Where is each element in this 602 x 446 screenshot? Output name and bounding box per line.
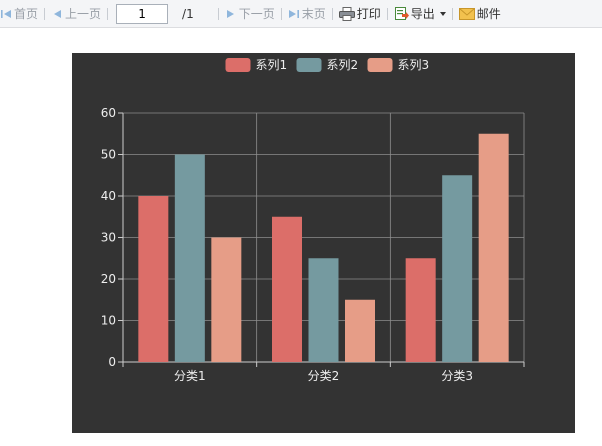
bar-系列1-分类1 <box>138 196 169 362</box>
y-tick-label: 0 <box>108 355 116 369</box>
first-page-button[interactable]: 首页 <box>0 3 38 25</box>
separator <box>451 7 453 20</box>
y-tick-label: 10 <box>101 314 116 328</box>
separator <box>331 7 333 20</box>
last-page-label: 末页 <box>301 7 326 21</box>
export-icon <box>394 6 409 21</box>
first-page-icon <box>0 8 12 20</box>
bar-系列1-分类3 <box>405 258 436 362</box>
bar-系列2-分类2 <box>308 258 339 362</box>
bar-系列3-分类2 <box>345 299 375 362</box>
separator <box>386 7 388 20</box>
chart-panel: 0 10 20 30 40 50 60 分类1 分类2 分类3 系列1 系列2 系列3 <box>72 53 575 433</box>
next-page-button[interactable]: 下一页 <box>225 3 275 25</box>
y-tick-label: 50 <box>101 148 116 162</box>
separator <box>280 7 282 20</box>
bar-系列2-分类1 <box>174 154 205 362</box>
legend-swatch-系列2 <box>296 58 322 72</box>
report-toolbar: 首页 上一页 /1 下一页 末页 打印 <box>0 0 602 28</box>
x-tick-label: 分类2 <box>308 369 340 383</box>
export-button[interactable]: 导出 <box>394 3 446 25</box>
legend-label: 系列1 <box>256 58 288 72</box>
printer-icon <box>338 6 355 21</box>
separator <box>217 7 219 20</box>
legend-swatch-系列1 <box>225 58 251 72</box>
email-button[interactable]: 邮件 <box>458 3 501 25</box>
legend-label: 系列3 <box>398 58 430 72</box>
y-tick-label: 40 <box>101 189 116 203</box>
prev-page-label: 上一页 <box>65 7 102 21</box>
x-tick-label: 分类3 <box>441 369 473 383</box>
last-page-icon <box>288 8 300 20</box>
bar-系列2-分类3 <box>442 175 473 362</box>
y-tick-label: 20 <box>101 272 116 286</box>
y-tick-label: 30 <box>101 231 116 245</box>
bar-系列3-分类1 <box>211 237 242 362</box>
bar-系列3-分类3 <box>478 133 509 362</box>
prev-page-icon <box>51 8 63 20</box>
separator <box>44 7 46 20</box>
next-page-icon <box>225 8 237 20</box>
first-page-label: 首页 <box>14 7 39 21</box>
y-tick-label: 60 <box>101 106 116 120</box>
legend-label: 系列2 <box>327 58 359 72</box>
bar-系列1-分类2 <box>272 216 302 362</box>
page-total: /1 <box>182 6 194 21</box>
email-label: 邮件 <box>476 7 501 21</box>
x-tick-label: 分类1 <box>174 369 206 383</box>
envelope-icon <box>458 7 475 20</box>
print-label: 打印 <box>356 7 381 21</box>
separator <box>107 7 109 20</box>
next-page-label: 下一页 <box>238 7 275 21</box>
bar-chart: 0 10 20 30 40 50 60 分类1 分类2 分类3 系列1 系列2 系列3 <box>101 58 525 383</box>
legend-swatch-系列3 <box>367 58 393 72</box>
chevron-down-icon <box>439 11 446 16</box>
print-button[interactable]: 打印 <box>338 3 381 25</box>
last-page-button[interactable]: 末页 <box>288 3 326 25</box>
export-label: 导出 <box>410 7 435 21</box>
page-number-input[interactable] <box>116 3 169 24</box>
prev-page-button[interactable]: 上一页 <box>51 3 101 25</box>
